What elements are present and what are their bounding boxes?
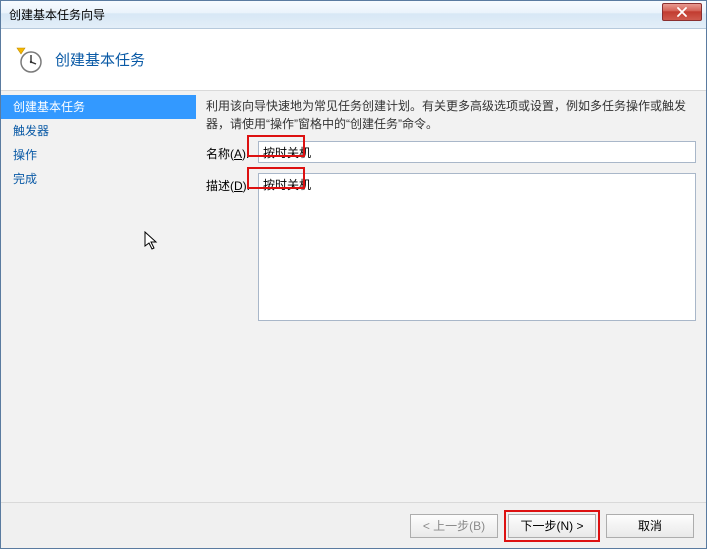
back-button: < 上一步(B) [410, 514, 498, 538]
sidebar-item-action[interactable]: 操作 [1, 143, 196, 167]
window-title: 创建基本任务向导 [9, 6, 105, 23]
name-label: 名称(A): [206, 141, 258, 162]
sidebar-item-create-task[interactable]: 创建基本任务 [1, 95, 196, 119]
name-input[interactable] [258, 141, 696, 163]
sidebar-item-trigger[interactable]: 触发器 [1, 119, 196, 143]
body: 创建基本任务 触发器 操作 完成 利用该向导快速地为常见任务创建计划。有关更多高… [1, 91, 706, 502]
row-name: 名称(A): [206, 141, 696, 163]
description-input[interactable] [258, 173, 696, 321]
close-button[interactable] [662, 3, 702, 21]
row-description: 描述(D): [206, 173, 696, 321]
help-text: 利用该向导快速地为常见任务创建计划。有关更多高级选项或设置，例如多任务操作或触发… [206, 97, 696, 133]
sidebar-item-finish[interactable]: 完成 [1, 167, 196, 191]
sidebar: 创建基本任务 触发器 操作 完成 [1, 91, 196, 502]
header-title: 创建基本任务 [55, 49, 145, 70]
titlebar: 创建基本任务向导 [1, 1, 706, 29]
header: 创建基本任务 [1, 29, 706, 91]
close-icon [676, 7, 688, 17]
description-label: 描述(D): [206, 173, 258, 194]
clock-icon [15, 46, 43, 74]
footer: < 上一步(B) 下一步(N) > 取消 [1, 502, 706, 548]
cancel-button[interactable]: 取消 [606, 514, 694, 538]
next-button[interactable]: 下一步(N) > [508, 514, 596, 538]
content-pane: 利用该向导快速地为常见任务创建计划。有关更多高级选项或设置，例如多任务操作或触发… [196, 91, 706, 502]
wizard-window: 创建基本任务向导 创建基本任务 创建基本任务 触发器 操作 完成 [0, 0, 707, 549]
